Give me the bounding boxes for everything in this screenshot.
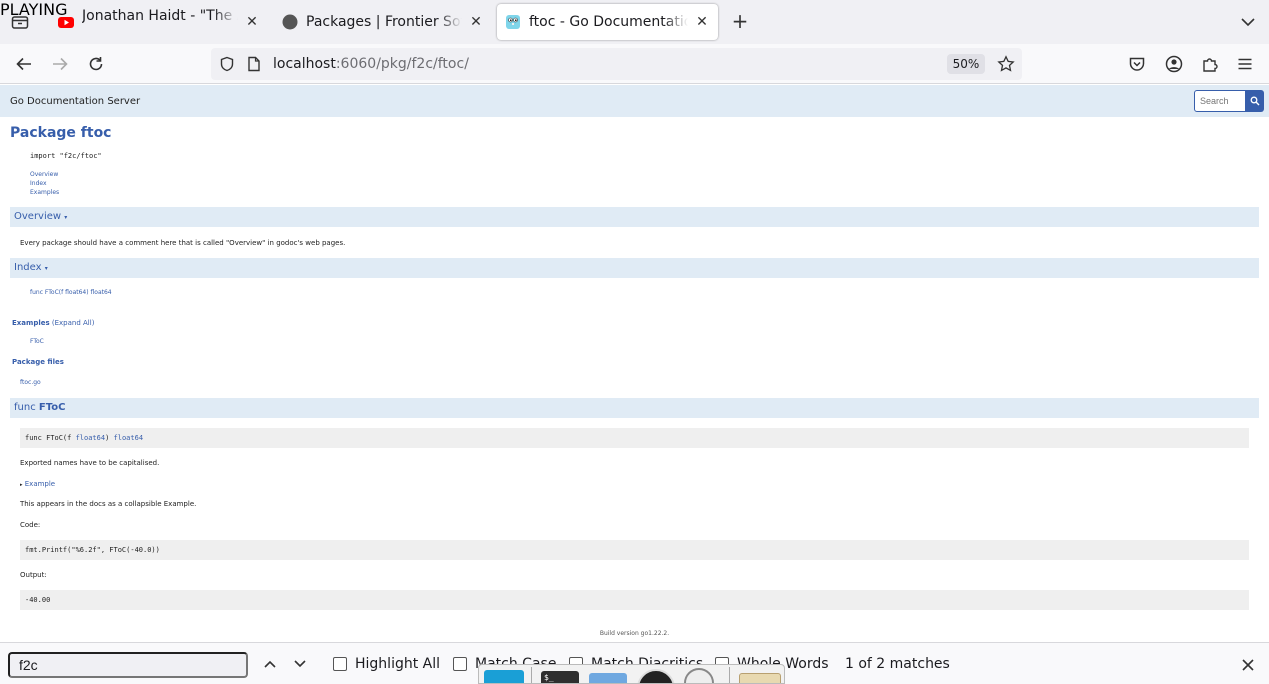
tab-list-icon[interactable] bbox=[8, 11, 32, 33]
example-toggle-label: Example bbox=[24, 480, 56, 488]
url-bar[interactable]: localhost:6060/pkg/f2c/ftoc/ 50% bbox=[211, 48, 1022, 80]
dock-divider bbox=[531, 667, 532, 683]
index-heading: Index bbox=[14, 262, 42, 273]
forward-icon[interactable] bbox=[49, 53, 71, 75]
highlight-all-checkbox[interactable] bbox=[333, 657, 347, 671]
page-icon[interactable] bbox=[247, 56, 261, 76]
menu-icon[interactable] bbox=[1234, 53, 1256, 75]
func-keyword: func bbox=[14, 402, 36, 413]
files-icon[interactable] bbox=[589, 673, 627, 683]
toc-index-link[interactable]: Index bbox=[30, 180, 47, 187]
find-next-icon[interactable] bbox=[292, 656, 308, 676]
extensions-icon[interactable] bbox=[1199, 53, 1221, 75]
app-launcher-icon[interactable] bbox=[484, 670, 524, 683]
clock-icon[interactable] bbox=[637, 669, 675, 683]
expand-all-link[interactable]: (Expand All) bbox=[52, 319, 95, 327]
example-description: This appears in the docs as a collapsibl… bbox=[20, 500, 197, 508]
func-name-link[interactable]: FToC bbox=[39, 402, 66, 413]
build-version: Build version go1.22.2. bbox=[599, 630, 670, 637]
circle-icon bbox=[282, 14, 298, 30]
tab-youtube[interactable]: Jonathan Haidt - "The Anxious Generation… bbox=[50, 4, 268, 40]
chevron-down-icon[interactable] bbox=[1238, 12, 1258, 32]
overview-heading: Overview bbox=[14, 211, 62, 222]
tab-frontier[interactable]: Packages | Frontier Software ✕ bbox=[274, 4, 492, 40]
url-host: localhost bbox=[273, 56, 336, 72]
import-line: import "f2c/ftoc" bbox=[30, 152, 102, 160]
folder-icon[interactable] bbox=[739, 673, 781, 683]
godoc-topbar: Go Documentation Server bbox=[0, 85, 1269, 117]
index-section-header[interactable]: Index ▾ bbox=[10, 258, 1259, 278]
gopher-icon bbox=[505, 14, 521, 30]
search-icon[interactable] bbox=[1245, 90, 1264, 112]
example-link-ftoc[interactable]: FToC bbox=[30, 338, 44, 345]
signature-prefix: func FToC(f bbox=[25, 434, 76, 442]
reload-icon[interactable] bbox=[85, 53, 107, 75]
examples-header: Examples (Expand All) bbox=[12, 319, 94, 327]
example-toggle[interactable]: ▸ Example bbox=[20, 480, 55, 488]
page-content: Go Documentation Server Package ftoc imp… bbox=[0, 85, 1269, 642]
package-files-label: Package files bbox=[12, 358, 64, 366]
toc-overview-link[interactable]: Overview bbox=[30, 171, 58, 178]
type-link[interactable]: float64 bbox=[76, 434, 106, 442]
pocket-icon[interactable] bbox=[1126, 53, 1148, 75]
desktop-dock: $_ bbox=[478, 664, 785, 684]
close-icon[interactable]: ✕ bbox=[694, 14, 710, 30]
dock-divider bbox=[729, 667, 730, 683]
examples-label: Examples bbox=[12, 319, 50, 327]
overview-text: Every package should have a comment here… bbox=[20, 239, 346, 247]
shield-icon[interactable] bbox=[219, 56, 235, 76]
bookmark-star-icon[interactable] bbox=[997, 55, 1015, 77]
example-output: -40.00 bbox=[20, 590, 1249, 610]
account-icon[interactable] bbox=[1163, 53, 1185, 75]
signature-mid: ) bbox=[105, 434, 114, 442]
youtube-icon bbox=[58, 14, 74, 30]
func-section-header: func FToC bbox=[10, 398, 1259, 418]
url-text[interactable]: localhost:6060/pkg/f2c/ftoc/ bbox=[273, 56, 469, 72]
expand-arrow-icon: ▸ bbox=[20, 482, 23, 488]
index-item-ftoc[interactable]: func FToC(f float64) float64 bbox=[30, 289, 112, 296]
nav-bar: localhost:6060/pkg/f2c/ftoc/ 50% bbox=[0, 44, 1269, 84]
code-label: Code: bbox=[20, 521, 41, 529]
tab-title: ftoc - Go Documentation Server bbox=[529, 14, 688, 30]
tab-title: Jonathan Haidt - "The Anxious Generation… bbox=[82, 8, 238, 24]
magnifier-icon[interactable] bbox=[684, 668, 714, 683]
output-label: Output: bbox=[20, 571, 47, 579]
close-icon[interactable]: ✕ bbox=[244, 14, 260, 30]
zoom-level[interactable]: 50% bbox=[947, 54, 985, 74]
back-icon[interactable] bbox=[13, 53, 35, 75]
url-path: :6060/pkg/f2c/ftoc/ bbox=[335, 56, 469, 72]
highlight-all-label[interactable]: Highlight All bbox=[355, 656, 440, 672]
func-signature: func FToC(f float64) float64 bbox=[20, 428, 1249, 448]
func-doc-text: Exported names have to be capitalised. bbox=[20, 459, 160, 467]
type-link[interactable]: float64 bbox=[114, 434, 144, 442]
match-count: 1 of 2 matches bbox=[845, 656, 950, 672]
new-tab-icon[interactable]: + bbox=[729, 11, 751, 33]
close-icon[interactable]: ✕ bbox=[468, 14, 484, 30]
search-input[interactable] bbox=[1194, 90, 1246, 112]
tab-ftoc[interactable]: ftoc - Go Documentation Server ✕ bbox=[497, 4, 718, 40]
find-previous-icon[interactable] bbox=[262, 656, 278, 676]
toc-examples-link[interactable]: Examples bbox=[30, 189, 59, 196]
example-code[interactable]: fmt.Printf("%6.2f", FToC(-40.0)) bbox=[20, 540, 1249, 560]
overview-section-header[interactable]: Overview ▾ bbox=[10, 207, 1259, 227]
collapse-arrow-icon: ▾ bbox=[64, 214, 68, 221]
find-input[interactable] bbox=[8, 652, 248, 678]
page-title: Package ftoc bbox=[10, 125, 112, 141]
site-brand[interactable]: Go Documentation Server bbox=[10, 96, 140, 107]
file-link-ftoc-go[interactable]: ftoc.go bbox=[20, 379, 41, 386]
tab-title: Packages | Frontier Software bbox=[306, 14, 462, 30]
collapse-arrow-icon: ▾ bbox=[44, 265, 48, 272]
terminal-icon[interactable]: $_ bbox=[541, 671, 579, 683]
close-icon[interactable] bbox=[1241, 657, 1255, 676]
tab-bar: Jonathan Haidt - "The Anxious Generation… bbox=[0, 0, 1269, 44]
match-case-checkbox[interactable] bbox=[453, 657, 467, 671]
